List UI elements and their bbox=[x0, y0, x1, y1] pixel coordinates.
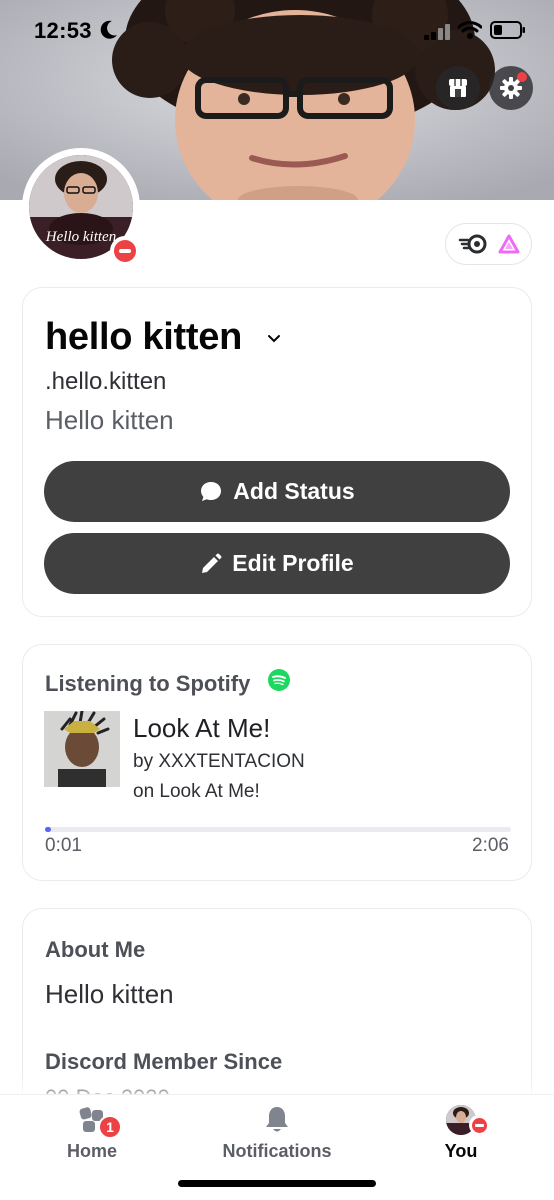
about-heading: About Me bbox=[45, 937, 146, 962]
nav-you[interactable]: You bbox=[421, 1105, 501, 1162]
boost-badge-icon bbox=[498, 234, 519, 254]
pronouns: Hello kitten bbox=[45, 405, 174, 435]
nav-home-label: Home bbox=[66, 1141, 117, 1161]
status-time: 12:53 bbox=[34, 18, 92, 43]
home-indicator bbox=[178, 1180, 376, 1187]
elapsed-time: 0:01 bbox=[45, 835, 82, 856]
edit-profile-button[interactable]: Edit Profile bbox=[44, 533, 510, 594]
spotify-heading: Listening to Spotify bbox=[45, 671, 251, 696]
chat-bubble-icon bbox=[201, 481, 222, 501]
track-artist[interactable]: by XXXTENTACION bbox=[133, 751, 305, 773]
add-status-label: Add Status bbox=[233, 478, 355, 504]
display-name[interactable]: hello kitten bbox=[45, 316, 242, 359]
you-dnd-status-badge bbox=[469, 1115, 489, 1135]
moon-icon bbox=[100, 20, 117, 39]
notification-dot bbox=[517, 72, 527, 82]
shop-icon bbox=[449, 79, 467, 97]
wifi-icon bbox=[458, 21, 482, 39]
track-duration: 2:06 bbox=[472, 835, 509, 856]
playback-progress-bar bbox=[45, 827, 511, 832]
add-status-button[interactable]: Add Status bbox=[44, 461, 510, 522]
member-since-heading: Discord Member Since bbox=[45, 1049, 283, 1074]
pencil-icon bbox=[202, 553, 222, 573]
track-title[interactable]: Look At Me! bbox=[133, 713, 270, 744]
bell-icon bbox=[266, 1107, 288, 1132]
battery-icon bbox=[490, 21, 525, 39]
spotify-icon bbox=[268, 669, 290, 691]
track-album[interactable]: on Look At Me! bbox=[133, 781, 260, 803]
nav-you-label: You bbox=[444, 1141, 478, 1161]
nav-notifications[interactable]: Notifications bbox=[210, 1105, 344, 1162]
status-bar: 12:53 bbox=[0, 0, 554, 60]
profile-badges[interactable] bbox=[445, 223, 532, 265]
signal-icon bbox=[424, 24, 450, 40]
settings-button[interactable] bbox=[489, 66, 533, 110]
about-text: Hello kitten bbox=[45, 979, 174, 1009]
dnd-status-badge bbox=[110, 236, 140, 266]
shop-button[interactable] bbox=[436, 66, 480, 110]
home-unread-badge: 1 bbox=[98, 1115, 122, 1139]
spotify-activity-card[interactable]: Listening to Spotify Look At Me! by XXXT… bbox=[22, 644, 532, 881]
edit-profile-label: Edit Profile bbox=[232, 550, 354, 576]
nitro-icon bbox=[458, 234, 486, 254]
username: .hello.kitten bbox=[45, 368, 167, 395]
playback-progress-fill bbox=[45, 827, 51, 832]
nav-notifications-label: Notifications bbox=[222, 1141, 332, 1161]
album-art[interactable] bbox=[44, 711, 120, 787]
chevron-down-icon[interactable] bbox=[267, 334, 281, 344]
album-art-image bbox=[44, 711, 120, 787]
profile-card: hello kitten .hello.kitten Hello kitten … bbox=[22, 287, 532, 617]
